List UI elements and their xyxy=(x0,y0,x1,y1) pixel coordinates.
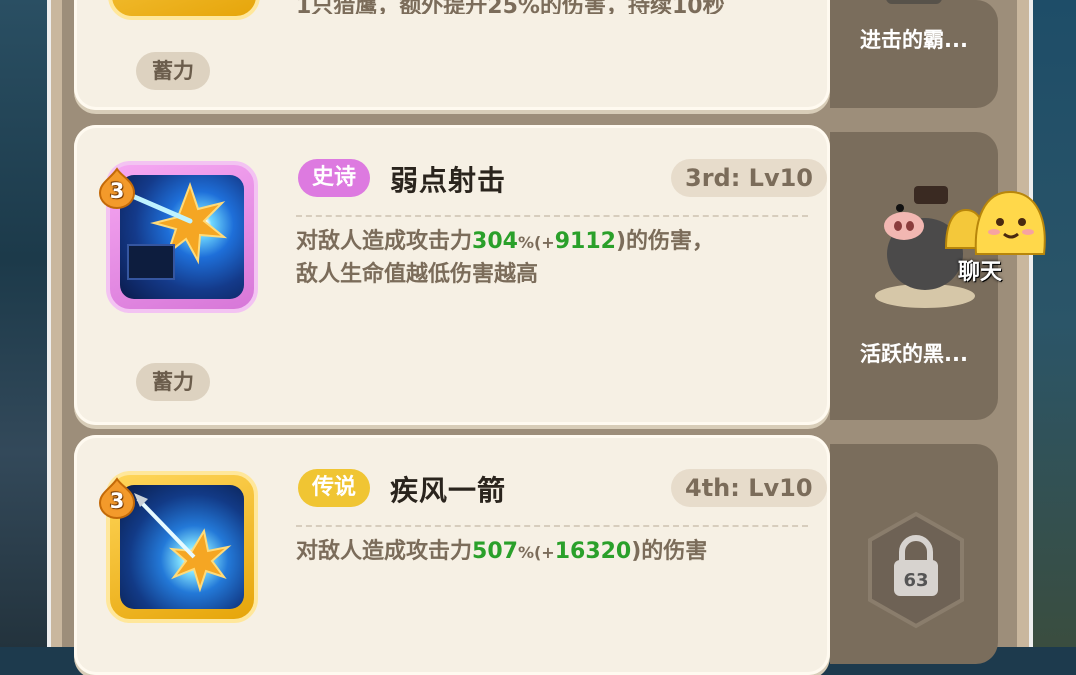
skill-description: 1只猎鹰，额外提升25%的伤害，持续10秒 xyxy=(296,0,725,14)
badge-level-text: 3 xyxy=(109,179,125,203)
desc-text: 对敌人造成攻击力 xyxy=(296,229,473,254)
desc-text: 对敌人造成攻击力 xyxy=(296,539,473,564)
side-slot-label: 活跃的黑... xyxy=(860,342,968,366)
skill-level-tag: 4th: Lv10 xyxy=(671,469,827,507)
skill-description: 对敌人造成攻击力304%(+9112)的伤害， 敌人生命值越低伤害越高 xyxy=(296,226,796,291)
rarity-tag: 史诗 xyxy=(298,159,371,197)
desc-unit: %(+ xyxy=(517,543,555,562)
damage-bonus: 16320 xyxy=(554,539,632,564)
gale-arrow-icon xyxy=(120,485,244,609)
side-slot-locked[interactable]: 63 xyxy=(830,444,998,664)
lock-level-text: 63 xyxy=(903,570,929,591)
desc-text: )的伤害， xyxy=(615,229,714,254)
star-level-badge: 3 xyxy=(96,477,138,519)
chat-button[interactable]: 聊天 xyxy=(940,188,1052,288)
skill-icon-frame xyxy=(108,0,260,20)
weak-point-shot-icon xyxy=(120,175,244,299)
skill-level-tag: 3rd: Lv10 xyxy=(671,159,828,197)
desc-unit: %(+ xyxy=(517,233,555,252)
side-slot-label: 进击的霸... xyxy=(860,28,968,52)
divider xyxy=(296,525,808,527)
badge-level-text: 3 xyxy=(109,489,125,513)
skill-name: 疾风一箭 xyxy=(390,474,507,507)
damage-bonus: 9112 xyxy=(554,229,616,254)
skill-card-legend[interactable]: 3 传说 疾风一箭 4th: Lv10 对敌人造成攻击力507%(+16320)… xyxy=(74,435,830,675)
side-slot-top[interactable]: 进击的霸... xyxy=(830,0,998,108)
divider xyxy=(296,215,808,217)
charge-tag: 蓄力 xyxy=(136,363,210,401)
skill-card-epic[interactable]: 3 史诗 弱点射击 3rd: Lv10 对敌人造成攻击力304%(+9112)的… xyxy=(74,125,830,425)
desc-text-line2: 敌人生命值越低伤害越高 xyxy=(296,262,539,287)
charge-tag: 蓄力 xyxy=(136,52,210,90)
skill-name: 弱点射击 xyxy=(390,164,507,197)
rarity-tag: 传说 xyxy=(298,469,371,507)
skill-description: 对敌人造成攻击力507%(+16320)的伤害 xyxy=(296,536,796,569)
star-level-badge: 3 xyxy=(96,167,138,209)
chat-label: 聊天 xyxy=(958,260,1003,285)
damage-percent: 304 xyxy=(472,229,518,254)
skill-card-top[interactable]: 1只猎鹰，额外提升25%的伤害，持续10秒 蓄力 xyxy=(74,0,830,110)
desc-text: )的伤害 xyxy=(631,539,708,564)
damage-percent: 507 xyxy=(472,539,518,564)
game-background-right xyxy=(1026,0,1076,647)
figure-base xyxy=(886,0,942,4)
